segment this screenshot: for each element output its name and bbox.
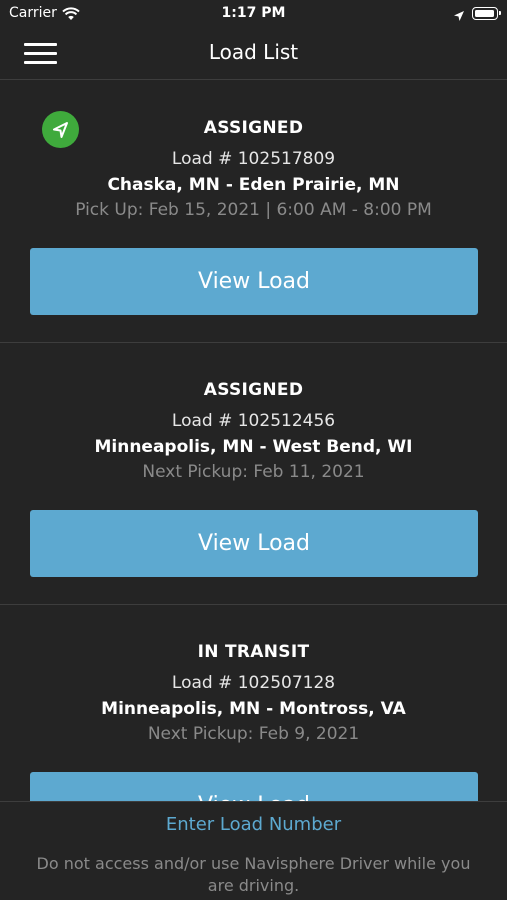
nav-bar: Load List: [0, 28, 507, 80]
load-number: Load # 102507128: [171, 673, 336, 693]
load-route: Chaska, MN - Eden Prairie, MN: [107, 175, 400, 195]
view-load-button[interactable]: View Load: [30, 772, 478, 801]
battery-icon: [472, 7, 501, 20]
footer: Enter Load Number Do not access and/or u…: [0, 801, 507, 900]
load-number: Load # 102512456: [171, 411, 336, 431]
load-status: ASSIGNED: [203, 118, 304, 138]
load-card: ASSIGNED Load # 102512456 Minneapolis, M…: [0, 343, 507, 605]
enter-load-number-link[interactable]: Enter Load Number: [0, 814, 507, 835]
load-route: Minneapolis, MN - West Bend, WI: [94, 437, 413, 457]
load-card: IN TRANSIT Load # 102507128 Minneapolis,…: [0, 605, 507, 801]
view-load-button[interactable]: View Load: [30, 510, 478, 577]
load-pickup: Next Pickup: Feb 11, 2021: [142, 462, 365, 482]
load-card: ASSIGNED Load # 102517809 Chaska, MN - E…: [0, 81, 507, 343]
page-title: Load List: [208, 40, 299, 64]
load-pickup: Next Pickup: Feb 9, 2021: [147, 724, 360, 744]
load-number: Load # 102517809: [171, 149, 336, 169]
load-status: ASSIGNED: [203, 380, 304, 400]
clock: 1:17 PM: [221, 5, 286, 21]
driving-warning: Do not access and/or use Navisphere Driv…: [36, 854, 471, 895]
status-bar: Carrier 1:17 PM: [0, 0, 507, 28]
load-status: IN TRANSIT: [197, 642, 310, 662]
location-services-icon: [453, 7, 465, 26]
load-list[interactable]: ASSIGNED Load # 102517809 Chaska, MN - E…: [0, 81, 507, 801]
view-load-button[interactable]: View Load: [30, 248, 478, 315]
load-route: Minneapolis, MN - Montross, VA: [101, 699, 406, 719]
load-pickup: Pick Up: Feb 15, 2021 | 6:00 AM - 8:00 P…: [75, 200, 432, 220]
